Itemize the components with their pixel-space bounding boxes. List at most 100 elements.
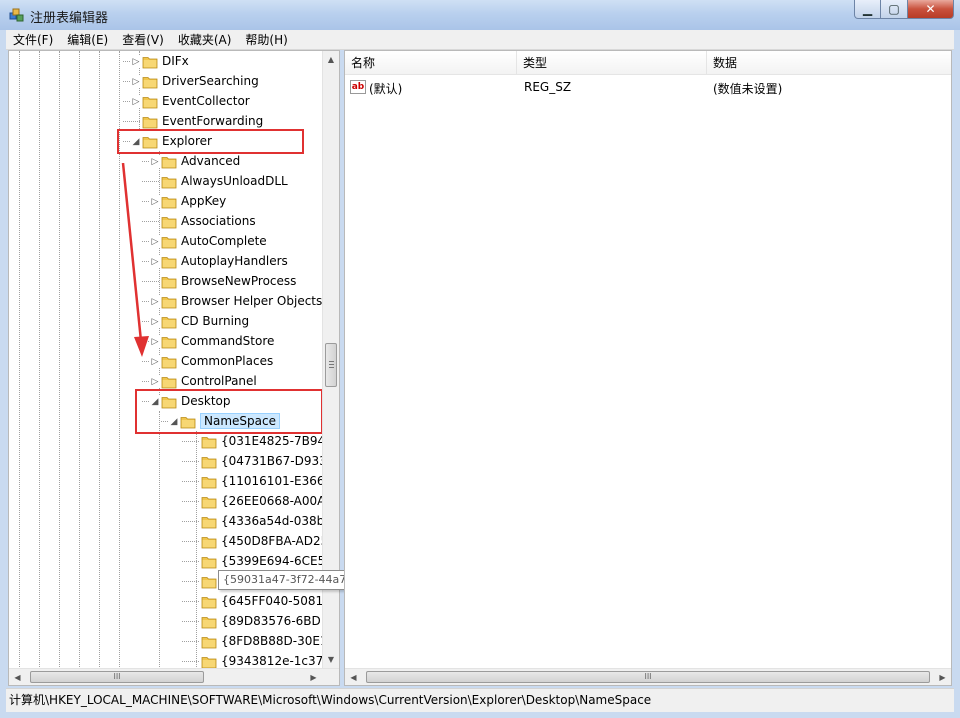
tree-hscroll-thumb[interactable]: III xyxy=(30,671,204,683)
tree-branch-line xyxy=(182,461,199,462)
tree-node[interactable]: {11016101-E366- xyxy=(9,472,329,492)
tree-node[interactable]: ▷ Advanced xyxy=(9,152,323,172)
tree-node-label: AutoComplete xyxy=(181,234,267,248)
menu-view[interactable]: 查看(V) xyxy=(115,31,171,48)
tree-node-label: Browser Helper Objects xyxy=(181,294,323,308)
folder-icon xyxy=(161,277,177,289)
tree-node[interactable]: {04731B67-D933 xyxy=(9,452,327,472)
tree-node[interactable]: {5399E694-6CE5- xyxy=(9,552,330,572)
menu-file[interactable]: 文件(F) xyxy=(6,31,60,48)
scroll-up-arrow[interactable]: ▲ xyxy=(323,51,339,68)
menu-favorites[interactable]: 收藏夹(A) xyxy=(171,31,239,48)
expand-triangle-icon[interactable]: ▷ xyxy=(131,56,141,68)
registry-values-list[interactable]: 名称 类型 数据 ab (默认) REG_SZ (数值未设置) ◀ III ▶ xyxy=(344,50,952,686)
scroll-grip-line xyxy=(329,364,334,365)
tree-branch-line xyxy=(182,601,199,602)
tree-node-label: {5399E694-6CE5- xyxy=(221,554,330,568)
scroll-left-arrow[interactable]: ◀ xyxy=(345,669,362,685)
scroll-right-arrow[interactable]: ▶ xyxy=(305,669,322,685)
scroll-left-arrow[interactable]: ◀ xyxy=(9,669,26,685)
scroll-down-arrow[interactable]: ▼ xyxy=(323,651,339,668)
menu-help[interactable]: 帮助(H) xyxy=(238,31,294,48)
tree-node-label: EventCollector xyxy=(162,94,250,108)
tree-scroll-thumb[interactable] xyxy=(325,343,337,387)
tree-node[interactable]: ▷ AppKey xyxy=(9,192,323,212)
scroll-right-arrow[interactable]: ▶ xyxy=(934,669,951,685)
tree-node[interactable]: ▷ AutoplayHandlers xyxy=(9,252,323,272)
list-horizontal-scrollbar[interactable]: ◀ III ▶ xyxy=(345,668,951,685)
folder-icon xyxy=(201,597,217,609)
tree-node-label: {4336a54d-038b- xyxy=(221,514,329,528)
folder-icon xyxy=(161,237,177,249)
tree-node[interactable]: ▷ CD Burning xyxy=(9,312,323,332)
folder-icon xyxy=(161,177,177,189)
tree-node-label: BrowseNewProcess xyxy=(181,274,297,288)
tree-node-label: {89D83576-6BD1 xyxy=(221,614,329,628)
tree-node[interactable]: ▷ DIFx xyxy=(9,52,323,72)
folder-icon xyxy=(201,497,217,509)
tree-node[interactable]: ▷ Browser Helper Objects xyxy=(9,292,323,312)
folder-icon xyxy=(161,217,177,229)
tree-node[interactable]: Associations xyxy=(9,212,323,232)
folder-icon xyxy=(201,617,217,629)
folder-icon xyxy=(142,117,158,129)
folder-icon xyxy=(161,157,177,169)
window-title: 注册表编辑器 xyxy=(30,11,109,26)
tree-node[interactable]: {645FF040-5081- xyxy=(9,592,327,612)
tree-node-label: EventForwarding xyxy=(162,114,264,128)
tree-node[interactable]: {031E4825-7B94- xyxy=(9,432,329,452)
tree-node-label: CommonPlaces xyxy=(181,354,274,368)
tree-node[interactable]: {89D83576-6BD1 xyxy=(9,612,328,632)
tree-node-label: {04731B67-D933 xyxy=(221,454,327,468)
tree-node[interactable]: ▷ CommonPlaces xyxy=(9,352,323,372)
highlight-explorer xyxy=(117,129,304,154)
tree-node-label: Associations xyxy=(181,214,256,228)
folder-icon xyxy=(201,577,217,589)
scroll-grip-line xyxy=(329,367,334,368)
annotation-arrow xyxy=(121,163,149,357)
tree-node[interactable]: {8FD8B88D-30E1 xyxy=(9,632,328,652)
tree-node[interactable]: {26EE0668-A00A- xyxy=(9,492,329,512)
column-header-name[interactable]: 名称 xyxy=(345,51,517,75)
tree-node[interactable]: {4336a54d-038b- xyxy=(9,512,329,532)
tree-node-label: Advanced xyxy=(181,154,241,168)
tree-node[interactable]: ▷ AutoComplete xyxy=(9,232,323,252)
value-name: (默认) xyxy=(369,82,403,96)
minimize-button[interactable]: ▁ xyxy=(854,0,881,19)
status-bar-path: 计算机\HKEY_LOCAL_MACHINE\SOFTWARE\Microsof… xyxy=(6,688,954,712)
menu-edit[interactable]: 编辑(E) xyxy=(60,31,115,48)
maximize-button[interactable]: ▢ xyxy=(881,0,908,19)
registry-key-tree[interactable]: ▷ DIFx ▷ DriverSearching ▷ EventCollector Even… xyxy=(8,50,340,686)
close-button[interactable]: ✕ xyxy=(908,0,954,19)
tree-node-label: AppKey xyxy=(181,194,227,208)
folder-icon xyxy=(201,457,217,469)
tree-node-label: {450D8FBA-AD25 xyxy=(221,534,329,548)
expand-triangle-icon[interactable]: ▷ xyxy=(150,376,160,388)
menu-bar: 文件(F) 编辑(E) 查看(V) 收藏夹(A) 帮助(H) xyxy=(6,30,954,50)
column-header-data[interactable]: 数据 xyxy=(707,51,951,75)
tree-node-label: {26EE0668-A00A- xyxy=(221,494,330,508)
tree-node[interactable]: AlwaysUnloadDLL xyxy=(9,172,323,192)
folder-icon xyxy=(201,477,217,489)
tree-node[interactable]: BrowseNewProcess xyxy=(9,272,323,292)
expand-triangle-icon[interactable]: ▷ xyxy=(131,76,141,88)
tree-node[interactable]: ▷ CommandStore xyxy=(9,332,323,352)
value-data: (数值未设置) xyxy=(713,82,783,96)
folder-icon xyxy=(161,317,177,329)
folder-icon xyxy=(161,197,177,209)
tree-horizontal-scrollbar[interactable]: ◀ III ▶ xyxy=(9,668,339,685)
tree-node[interactable]: {450D8FBA-AD25 xyxy=(9,532,328,552)
tree-node[interactable]: ▷ EventCollector xyxy=(9,92,323,112)
tree-node-label: CD Burning xyxy=(181,314,250,328)
tree-node-label: DIFx xyxy=(162,54,189,68)
tree-node[interactable]: ▷ DriverSearching xyxy=(9,72,323,92)
tree-node-label: ControlPanel xyxy=(181,374,257,388)
column-header-type[interactable]: 类型 xyxy=(517,51,707,75)
folder-icon xyxy=(142,57,158,69)
tree-branch-line xyxy=(182,581,199,582)
window-controls: ▁ ▢ ✕ xyxy=(854,0,954,20)
expand-triangle-icon[interactable]: ▷ xyxy=(131,96,141,108)
regedit-icon[interactable] xyxy=(8,6,26,24)
list-hscroll-thumb[interactable]: III xyxy=(366,671,930,683)
tree-branch-line xyxy=(182,541,199,542)
